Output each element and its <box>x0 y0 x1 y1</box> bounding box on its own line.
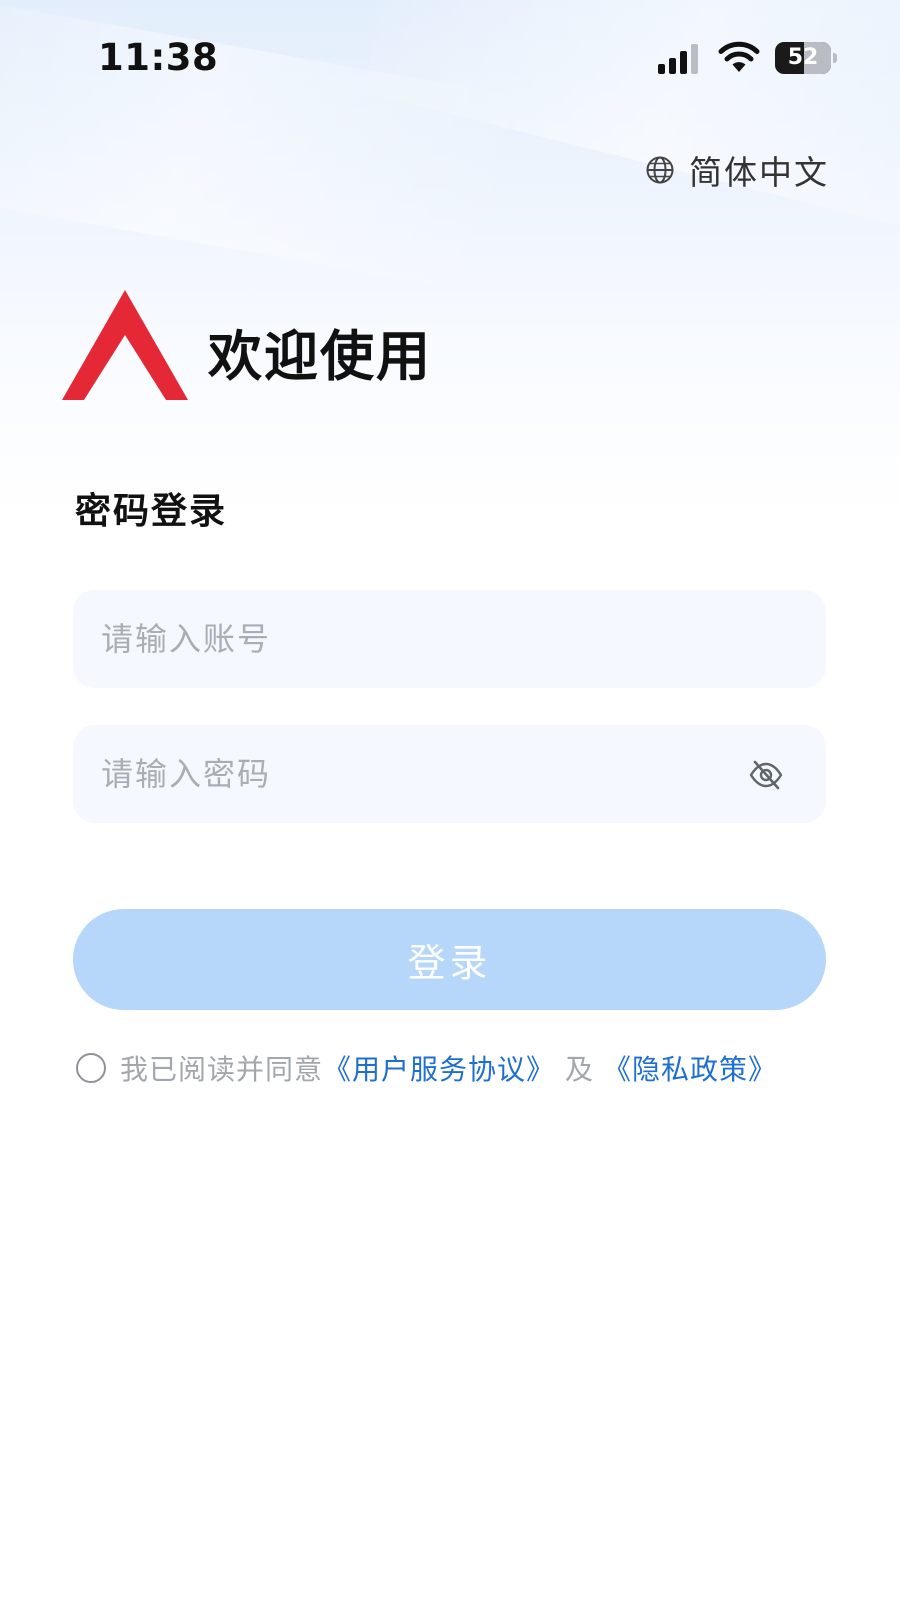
battery-tip <box>833 53 837 63</box>
status-bar: 11:38 52 <box>0 0 900 120</box>
status-time: 11:38 <box>98 36 219 79</box>
brand-logo <box>62 290 188 400</box>
battery-body: 52 <box>775 42 831 74</box>
welcome-title: 欢迎使用 <box>208 325 432 388</box>
agreement-row: 我已阅读并同意 《用户服务协议》 及 《隐私政策》 <box>76 1048 777 1088</box>
terms-of-service-link[interactable]: 《用户服务协议》 <box>323 1048 555 1088</box>
battery-icon: 52 <box>775 42 837 74</box>
wifi-icon <box>718 41 760 72</box>
login-button[interactable]: 登录 <box>73 909 826 1010</box>
language-selector[interactable]: 简体中文 <box>645 148 829 192</box>
globe-icon <box>646 156 674 184</box>
login-screen: 11:38 52 简体中文 欢迎使用 密码登录 请输入账号 登录 我已阅读并同意… <box>0 0 900 1600</box>
battery-level: 52 <box>787 45 819 70</box>
login-method-title: 密码登录 <box>75 491 228 532</box>
account-input[interactable] <box>101 590 741 688</box>
password-field <box>73 725 826 823</box>
agreement-text: 我已阅读并同意 <box>120 1053 324 1086</box>
account-field <box>73 590 826 688</box>
password-input[interactable] <box>101 725 741 823</box>
agreement-checkbox[interactable] <box>76 1053 106 1083</box>
cellular-signal-icon <box>658 44 698 74</box>
privacy-policy-link[interactable]: 《隐私政策》 <box>603 1048 777 1088</box>
language-label: 简体中文 <box>689 153 829 192</box>
eye-off-icon[interactable] <box>748 757 784 793</box>
agreement-connector: 及 <box>565 1053 594 1086</box>
